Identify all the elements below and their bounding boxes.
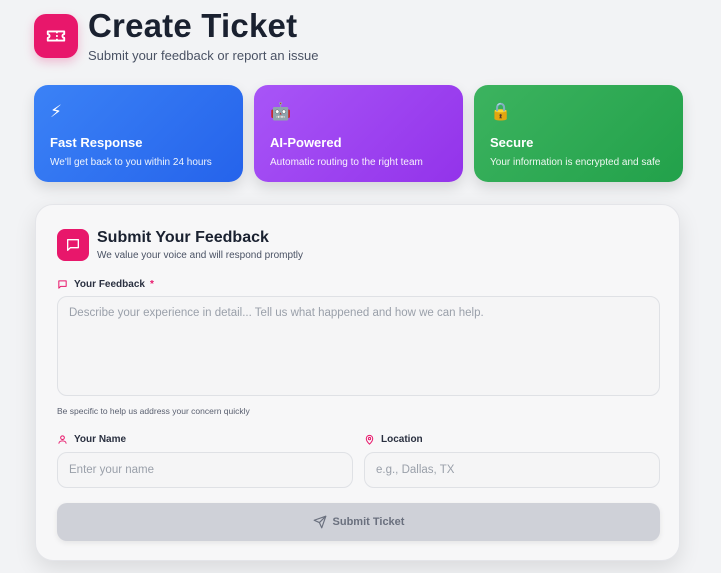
message-square-icon (58, 280, 67, 289)
name-input[interactable] (57, 452, 353, 488)
feedback-textarea[interactable] (57, 296, 660, 396)
form-subtitle: We value your voice and will respond pro… (97, 250, 304, 261)
page-header: Create Ticket Submit your feedback or re… (34, 8, 319, 63)
feature-card-description: Your information is encrypted and safe (490, 157, 661, 168)
feature-card-title: AI-Powered (270, 135, 342, 150)
feature-cards: ⚡ Fast Response We'll get back to you wi… (34, 85, 683, 182)
feedback-form-panel: Submit Your Feedback We value your voice… (35, 204, 680, 561)
feedback-label: Your Feedback * (57, 279, 154, 290)
feature-card-description: We'll get back to you within 24 hours (50, 157, 212, 168)
ticket-icon (34, 14, 78, 58)
feature-card-description: Automatic routing to the right team (270, 157, 423, 168)
location-label-text: Location (381, 434, 423, 445)
feedback-hint: Be specific to help us address your conc… (57, 406, 250, 416)
form-header: Submit Your Feedback We value your voice… (57, 229, 303, 261)
lightning-icon: ⚡ (50, 102, 62, 121)
feedback-label-text: Your Feedback (74, 279, 145, 290)
send-icon (313, 515, 326, 529)
feature-card-secure: 🔒 Secure Your information is encrypted a… (474, 85, 683, 182)
location-label: Location (364, 434, 423, 445)
feature-card-fast-response: ⚡ Fast Response We'll get back to you wi… (34, 85, 243, 182)
page-subtitle: Submit your feedback or report an issue (88, 48, 319, 63)
feature-card-title: Fast Response (50, 135, 143, 150)
lock-icon: 🔒 (490, 102, 512, 121)
name-label-text: Your Name (74, 434, 127, 445)
required-marker: * (149, 279, 154, 290)
map-pin-icon (365, 434, 374, 445)
location-input[interactable] (364, 452, 660, 488)
feature-card-title: Secure (490, 135, 534, 150)
feature-card-ai-powered: 🤖 AI-Powered Automatic routing to the ri… (254, 85, 463, 182)
user-icon (58, 435, 67, 444)
name-label: Your Name (57, 434, 126, 445)
message-square-icon (57, 229, 89, 261)
robot-icon: 🤖 (270, 102, 292, 121)
submit-button-label: Submit Ticket (332, 516, 405, 528)
submit-ticket-button[interactable]: Submit Ticket (57, 503, 660, 541)
form-title: Submit Your Feedback (97, 229, 269, 246)
page-title: Create Ticket (88, 7, 298, 44)
